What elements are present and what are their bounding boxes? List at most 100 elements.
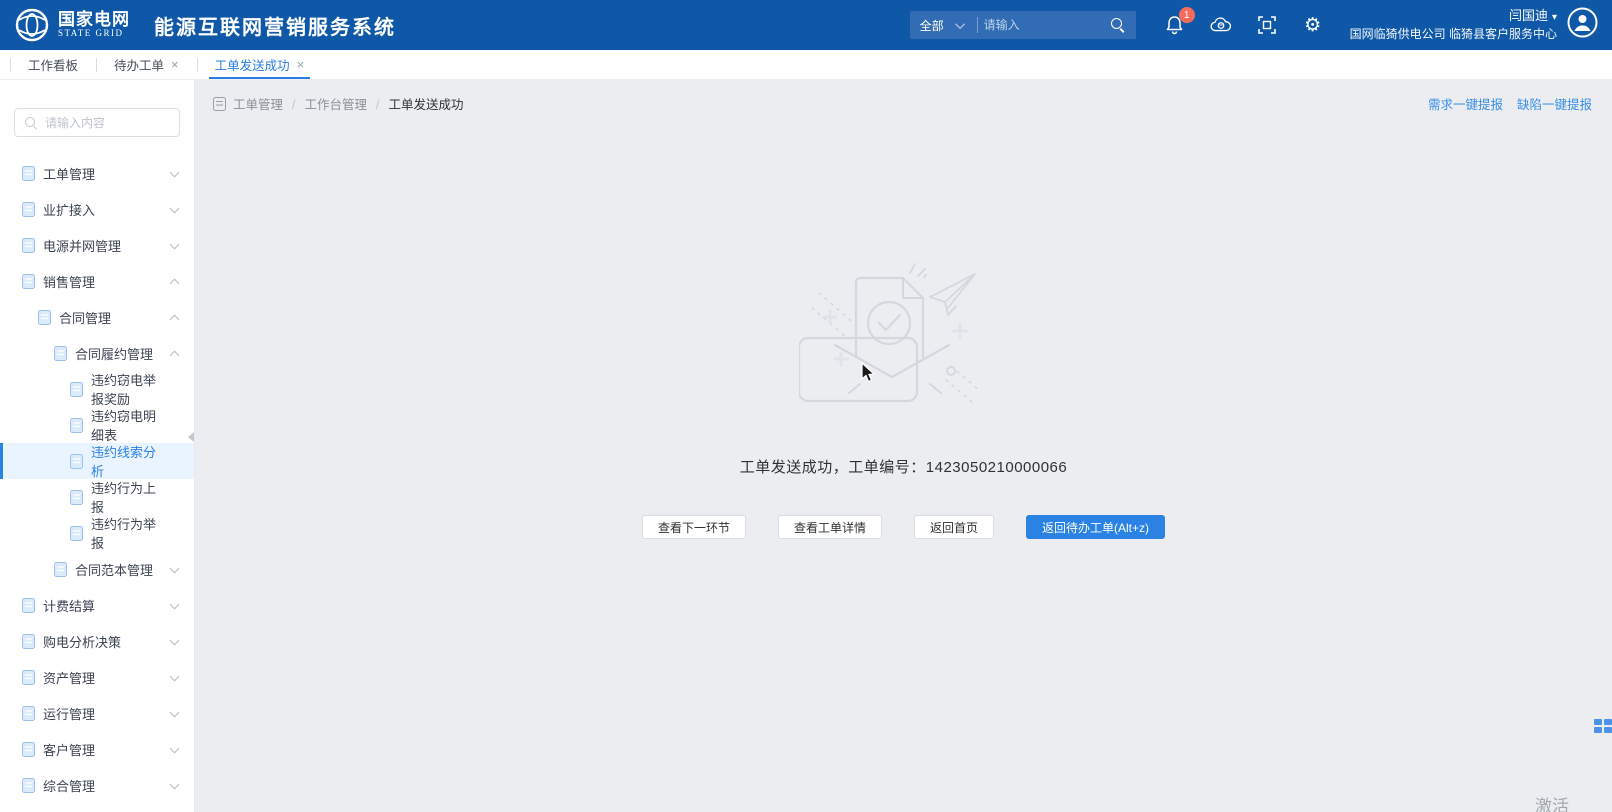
sidebar-menu-item[interactable]: 合同范本管理	[0, 551, 194, 587]
brand-text: 国家电网 STATE GRID	[58, 11, 130, 38]
chevron-icon	[170, 204, 180, 214]
tab[interactable]: 待办工单 ×	[96, 50, 197, 79]
tab-label: 工单发送成功	[215, 55, 290, 74]
document-icon	[54, 562, 67, 577]
close-icon[interactable]: ×	[297, 58, 305, 71]
breadcrumb-item[interactable]: 工单发送成功	[367, 94, 464, 113]
tab[interactable]: 工单发送成功 ×	[197, 50, 323, 79]
document-icon	[22, 166, 35, 181]
header-icons: 1 ⚙	[1164, 14, 1324, 36]
document-icon	[22, 238, 35, 253]
sidebar-menu-item[interactable]: 违约行为上报	[0, 479, 194, 515]
sidebar-menu-item[interactable]: 客户管理	[0, 731, 194, 767]
chevron-icon	[170, 600, 180, 610]
menu-item-label: 销售管理	[43, 272, 95, 291]
sidebar-menu-item[interactable]: 工单管理	[0, 155, 194, 191]
sidebar-menu-item[interactable]: 电源并网管理	[0, 227, 194, 263]
search-scope-dropdown[interactable]: 全部	[910, 17, 971, 34]
menu-item-label: 电源并网管理	[43, 236, 121, 255]
menu-item-label: 违约行为举报	[91, 514, 164, 552]
user-organization: 国网临猗供电公司 临猗县客户服务中心	[1350, 26, 1557, 43]
sidebar-menu-item[interactable]: 销售管理	[0, 263, 194, 299]
document-icon	[70, 490, 83, 505]
body-row: 工单管理 业扩接入	[0, 80, 1612, 812]
close-icon[interactable]: ×	[171, 58, 179, 71]
document-icon	[70, 526, 83, 541]
menu-item-label: 合同范本管理	[75, 560, 153, 579]
chevron-icon	[170, 780, 180, 790]
chevron-icon	[170, 240, 180, 250]
user-name-row: 闫国迪 ▾	[1350, 7, 1557, 26]
sidebar-menu-item[interactable]: 合同履约管理	[0, 335, 194, 371]
sidebar-collapse-handle[interactable]	[188, 432, 194, 442]
search-icon	[24, 116, 38, 130]
chevron-icon	[170, 351, 180, 361]
chevron-icon	[170, 564, 180, 574]
sidebar-menu-item[interactable]: 违约窃电明细表	[0, 407, 194, 443]
chevron-icon	[170, 279, 180, 289]
notification-bell[interactable]: 1	[1164, 14, 1186, 36]
sidebar-menu-item[interactable]: 资产管理	[0, 659, 194, 695]
document-icon	[70, 382, 83, 397]
breadcrumb-doc-icon	[213, 97, 226, 111]
breadcrumb-item[interactable]: 工单管理	[233, 94, 283, 113]
search-icon[interactable]	[1110, 17, 1126, 33]
brand-en: STATE GRID	[58, 29, 130, 38]
action-buttons: 查看下一环节 查看工单详情 返回首页 返回待办工单(Alt+z)	[642, 515, 1165, 539]
menu-item-label: 运行管理	[43, 704, 95, 723]
quick-link[interactable]: 需求一键提报	[1428, 94, 1503, 113]
tab[interactable]: 工作看板 ×	[10, 50, 96, 79]
windows-activation-watermark: 激活 Windows 转到“设置”以激活 Windows。	[1535, 792, 1612, 812]
sidebar-menu-item[interactable]: 综合管理	[0, 767, 194, 803]
search-input[interactable]	[984, 18, 1110, 32]
fullscreen-button[interactable]	[1256, 14, 1278, 36]
menu-item-label: 违约窃电举报奖励	[91, 370, 164, 408]
sidebar-menu-item[interactable]: 计费结算	[0, 587, 194, 623]
document-icon	[22, 670, 35, 685]
sidebar-search-input[interactable]	[45, 116, 170, 130]
quick-link[interactable]: 缺陷一键提报	[1517, 94, 1592, 113]
global-search: 全部	[910, 11, 1136, 39]
action-button[interactable]: 查看工单详情	[778, 515, 882, 539]
document-icon	[22, 634, 35, 649]
user-menu[interactable]: 闫国迪 ▾ 国网临猗供电公司 临猗县客户服务中心	[1350, 7, 1557, 43]
document-icon	[22, 706, 35, 721]
menu-item-label: 综合管理	[43, 776, 95, 795]
action-button[interactable]: 返回待办工单(Alt+z)	[1026, 515, 1165, 539]
breadcrumb-item[interactable]: 工作台管理	[283, 94, 367, 113]
sidebar-menu-item[interactable]: 购电分析决策	[0, 623, 194, 659]
menu-item-label: 业扩接入	[43, 200, 95, 219]
avatar-icon	[1567, 7, 1598, 38]
sidebar-menu-item[interactable]: 合同管理	[0, 299, 194, 335]
avatar[interactable]	[1567, 7, 1598, 43]
document-icon	[70, 418, 83, 433]
sidebar-menu-item[interactable]: 运行管理	[0, 695, 194, 731]
menu-item-label: 违约窃电明细表	[91, 406, 164, 444]
settings-button[interactable]: ⚙	[1302, 14, 1324, 36]
success-panel: 工单发送成功，工单编号：1423050210000066 查看下一环节 查看工单详…	[195, 261, 1612, 539]
sidebar-menu-item[interactable]: 违约线索分析	[0, 443, 194, 479]
document-icon	[22, 778, 35, 793]
state-grid-logo	[14, 7, 50, 43]
sidebar-menu-item[interactable]: 违约行为举报	[0, 515, 194, 551]
chevron-icon	[170, 672, 180, 682]
quick-links: 需求一键提报缺陷一键提报	[1428, 94, 1592, 113]
menu-item-label: 客户管理	[43, 740, 95, 759]
caret-down-icon: ▾	[1552, 12, 1557, 23]
order-number: 1423050210000066	[926, 459, 1067, 476]
chevron-icon	[170, 168, 180, 178]
sidebar-search	[14, 108, 180, 137]
menu-item-label: 违约行为上报	[91, 478, 164, 516]
document-icon	[22, 202, 35, 217]
sidebar-menu-item[interactable]: 业扩接入	[0, 191, 194, 227]
sidebar-menu-item[interactable]: 违约窃电举报奖励	[0, 371, 194, 407]
action-button[interactable]: 返回首页	[914, 515, 994, 539]
floating-widget-grid-icon[interactable]	[1594, 719, 1612, 733]
user-name: 闫国迪	[1509, 8, 1548, 23]
open-tabs-bar: 工作看板 × 待办工单 × 工单发送成功 ×	[0, 50, 1612, 80]
action-button[interactable]: 查看下一环节	[642, 515, 746, 539]
menu-item-label: 工单管理	[43, 164, 95, 183]
main-content: 工单管理工作台管理工单发送成功 需求一键提报缺陷一键提报	[195, 80, 1612, 812]
success-message-prefix: 工单发送成功，工单编号：	[740, 459, 926, 476]
cloud-service-button[interactable]	[1210, 14, 1232, 36]
